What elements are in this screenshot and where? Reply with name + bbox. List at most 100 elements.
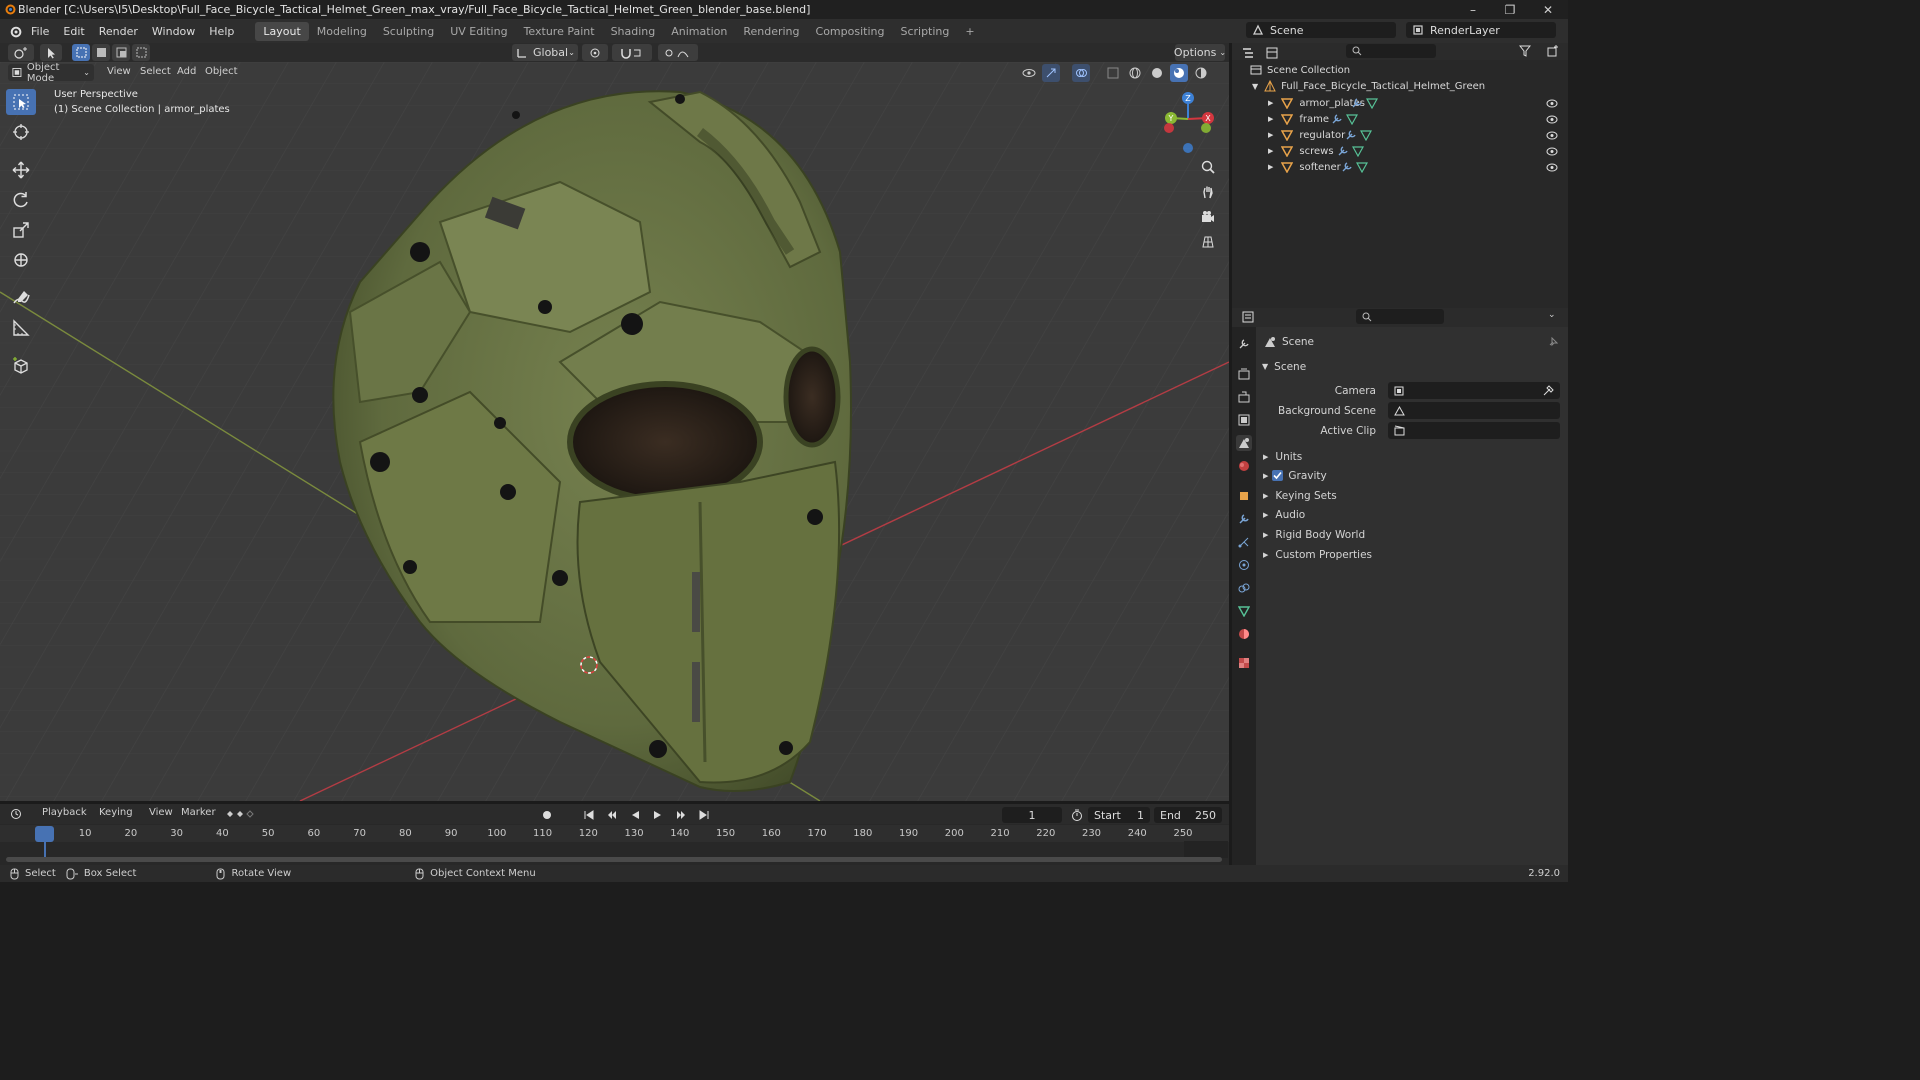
object-tab-icon[interactable] — [1236, 488, 1252, 504]
properties-search-input[interactable] — [1356, 309, 1444, 324]
expand-arrow-icon[interactable]: ▶ — [1268, 131, 1273, 139]
viewport-menu-select[interactable]: Select — [140, 66, 171, 77]
units-panel-header[interactable]: ▶ Units — [1258, 447, 1560, 466]
transform-tool-icon[interactable] — [6, 247, 36, 273]
gizmo-toggle-icon[interactable] — [1042, 64, 1060, 82]
tab-rendering[interactable]: Rendering — [735, 22, 807, 41]
timeline-menu-view[interactable]: View — [149, 807, 173, 818]
filter-icon[interactable] — [1516, 42, 1534, 60]
solid-shading-icon[interactable] — [1148, 64, 1166, 82]
select-extend-icon[interactable] — [92, 44, 110, 61]
output-tab-icon[interactable] — [1236, 389, 1252, 405]
timeline-menu-marker[interactable]: Marker — [181, 807, 216, 818]
menu-edit[interactable]: Edit — [56, 25, 91, 38]
cursor-tool-icon[interactable] — [6, 119, 36, 145]
gravity-panel-header[interactable]: ▶ Gravity — [1258, 466, 1560, 485]
editor-type-button[interactable] — [8, 44, 34, 61]
rotate-tool-icon[interactable] — [6, 187, 36, 213]
timeline-menu-playback[interactable]: Playback — [42, 807, 87, 818]
visibility-eye-icon[interactable] — [1546, 115, 1558, 124]
start-frame-field[interactable]: Start 1 — [1088, 807, 1150, 823]
view-layer-tab-icon[interactable] — [1236, 412, 1252, 428]
modifier-wrench-icon[interactable] — [1351, 97, 1363, 109]
scene-selector[interactable]: Scene — [1246, 22, 1396, 38]
wireframe-shading-icon[interactable] — [1126, 64, 1144, 82]
properties-editor-type-icon[interactable] — [1240, 308, 1258, 326]
mesh-data-icon[interactable] — [1346, 113, 1359, 125]
timeline-scrollbar[interactable] — [6, 857, 1222, 862]
keying-sets-panel-header[interactable]: ▶ Keying Sets — [1258, 486, 1560, 505]
expand-arrow-icon[interactable]: ▶ — [1268, 99, 1273, 107]
scene-panel-header[interactable]: ▼ Scene — [1258, 357, 1560, 376]
expand-arrow-icon[interactable]: ▶ — [1268, 115, 1273, 123]
jump-to-start-icon[interactable] — [580, 806, 598, 824]
timeline-editor-type-icon[interactable] — [8, 805, 26, 823]
constraints-tab-icon[interactable] — [1236, 580, 1252, 596]
tab-uv-editing[interactable]: UV Editing — [442, 22, 515, 41]
outliner-row-armor-plates[interactable]: ▶ armor_plates — [1232, 95, 1566, 111]
view-layer-selector[interactable]: RenderLayer — [1406, 22, 1556, 38]
tab-scripting[interactable]: Scripting — [892, 22, 957, 41]
overlays-toggle-icon[interactable] — [1072, 64, 1090, 82]
select-box-tool-icon[interactable] — [6, 89, 36, 115]
material-tab-icon[interactable] — [1236, 626, 1252, 642]
3d-viewport[interactable]: Z X Y Object Mode ⌄ View Select Add Obje… — [0, 62, 1229, 801]
modifier-wrench-icon[interactable] — [1345, 129, 1357, 141]
gravity-checkbox[interactable] — [1272, 470, 1284, 481]
modifier-wrench-icon[interactable] — [1341, 161, 1353, 173]
physics-tab-icon[interactable] — [1236, 557, 1252, 573]
visibility-eye-icon[interactable] — [1546, 163, 1558, 172]
outliner-row-softener[interactable]: ▶ softener — [1232, 159, 1566, 175]
expand-arrow-icon[interactable]: ▶ — [1268, 163, 1273, 171]
scale-tool-icon[interactable] — [6, 217, 36, 243]
custom-properties-panel-header[interactable]: ▶ Custom Properties — [1258, 545, 1560, 564]
viewport-menu-view[interactable]: View — [107, 66, 131, 77]
world-tab-icon[interactable] — [1236, 458, 1252, 474]
playhead-line[interactable] — [44, 841, 46, 858]
tab-layout[interactable]: Layout — [255, 21, 309, 41]
select-subtract-icon[interactable] — [112, 44, 130, 61]
object-data-tab-icon[interactable] — [1236, 603, 1252, 619]
snap-toggle[interactable] — [612, 44, 652, 61]
modifier-wrench-icon[interactable] — [1337, 145, 1349, 157]
select-intersect-icon[interactable] — [132, 44, 150, 61]
stopwatch-icon[interactable] — [1068, 806, 1086, 824]
camera-view-icon[interactable] — [1199, 208, 1217, 226]
visibility-eye-icon[interactable] — [1546, 147, 1558, 156]
tool-settings-tab-icon[interactable] — [1236, 336, 1252, 352]
menu-render[interactable]: Render — [92, 25, 145, 38]
end-frame-field[interactable]: End 250 — [1154, 807, 1222, 823]
keyframe-nav-icon[interactable] — [222, 805, 258, 823]
outliner-row-frame[interactable]: ▶ frame — [1232, 111, 1566, 127]
viewport-canvas[interactable]: Z X Y — [0, 62, 1229, 801]
modifier-wrench-icon[interactable] — [1331, 113, 1343, 125]
material-preview-shading-icon[interactable] — [1170, 64, 1188, 82]
blender-menu-icon[interactable] — [6, 22, 24, 40]
mesh-data-icon[interactable] — [1352, 145, 1365, 157]
visibility-eye-icon[interactable] — [1020, 64, 1038, 82]
proportional-editing-toggle[interactable] — [658, 44, 698, 61]
annotate-tool-icon[interactable] — [6, 285, 36, 311]
visibility-eye-icon[interactable] — [1546, 131, 1558, 140]
playhead-marker[interactable] — [35, 826, 54, 842]
perspective-toggle-icon[interactable] — [1199, 233, 1217, 251]
outliner-search-input[interactable] — [1346, 44, 1436, 58]
active-tool-button[interactable] — [40, 44, 62, 61]
expand-arrow-icon[interactable]: ▶ — [1268, 147, 1273, 155]
pan-hand-icon[interactable] — [1199, 183, 1217, 201]
pin-icon[interactable] — [1548, 336, 1558, 347]
move-tool-icon[interactable] — [6, 157, 36, 183]
add-workspace-button[interactable]: + — [957, 22, 982, 41]
mesh-data-icon[interactable] — [1356, 161, 1369, 173]
camera-field[interactable] — [1388, 382, 1560, 399]
chevron-down-icon[interactable]: ⌄ — [1548, 310, 1556, 320]
jump-to-keyframe-forward-icon[interactable] — [672, 806, 690, 824]
tab-texture-paint[interactable]: Texture Paint — [516, 22, 603, 41]
pivot-point-dropdown[interactable] — [582, 44, 608, 61]
play-icon[interactable] — [649, 806, 667, 824]
render-tab-icon[interactable] — [1236, 366, 1252, 382]
new-collection-icon[interactable] — [1544, 42, 1562, 60]
transform-orientation-dropdown[interactable]: Global ⌄ — [512, 44, 578, 61]
rigid-body-world-panel-header[interactable]: ▶ Rigid Body World — [1258, 525, 1560, 544]
outliner-row-screws[interactable]: ▶ screws — [1232, 143, 1566, 159]
